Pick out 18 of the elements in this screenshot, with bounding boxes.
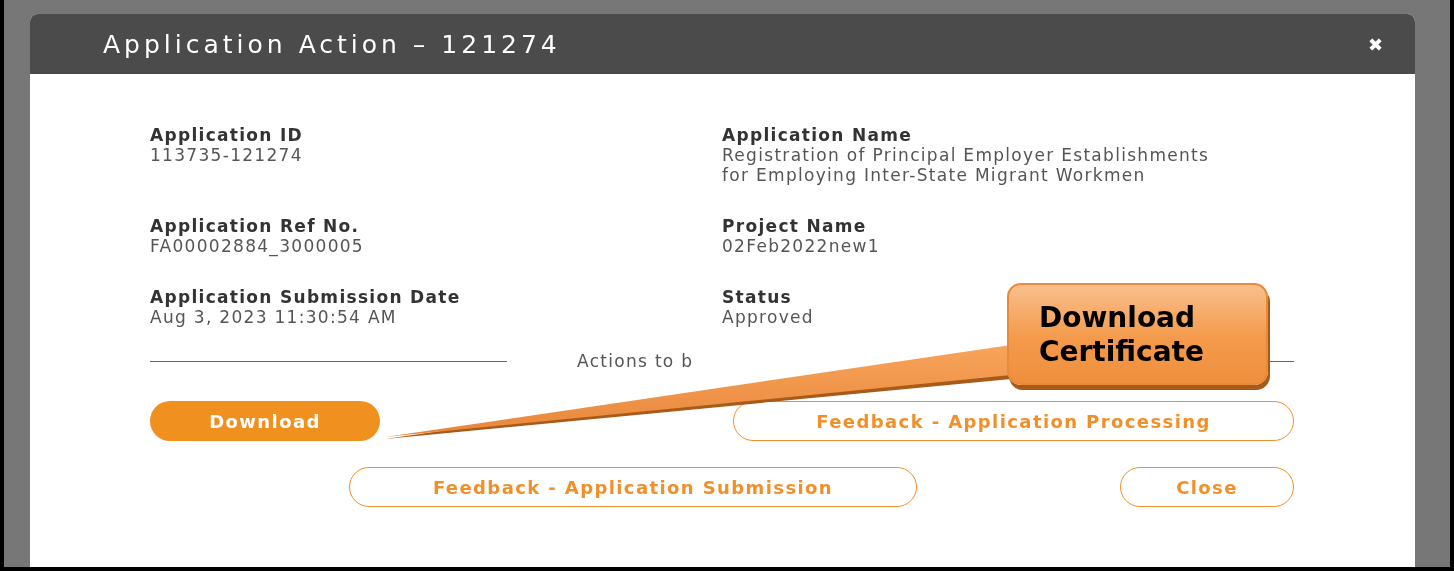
field-label: Application ID bbox=[150, 125, 303, 145]
section-label: Actions to b bbox=[577, 351, 694, 371]
field-label: Application Name bbox=[722, 125, 913, 145]
field-value: 02Feb2022new1 bbox=[722, 236, 880, 256]
action-button[interactable]: Download bbox=[150, 401, 380, 441]
action-button[interactable]: Feedback - Application Submission bbox=[349, 467, 917, 507]
field-label: Project Name bbox=[722, 216, 867, 236]
field-value: Registration of Principal Employer Establishments for Employing Inter-State Migrant Workmen bbox=[722, 145, 1211, 185]
field-value: FA00002884_3000005 bbox=[150, 236, 364, 256]
action-button[interactable]: Feedback - Application Processing bbox=[733, 401, 1294, 441]
action-button[interactable]: Close bbox=[1120, 467, 1294, 507]
field-label: Application Submission Date bbox=[150, 287, 461, 307]
dialog-title: Application Action – 121274 bbox=[103, 29, 561, 59]
field-value: Aug 3, 2023 11:30:54 AM bbox=[150, 307, 397, 327]
field-label: Application Ref No. bbox=[150, 216, 360, 236]
field-value: Approved bbox=[722, 307, 814, 327]
field-label: Status bbox=[722, 287, 792, 307]
field-value: 113735-121274 bbox=[150, 145, 303, 165]
